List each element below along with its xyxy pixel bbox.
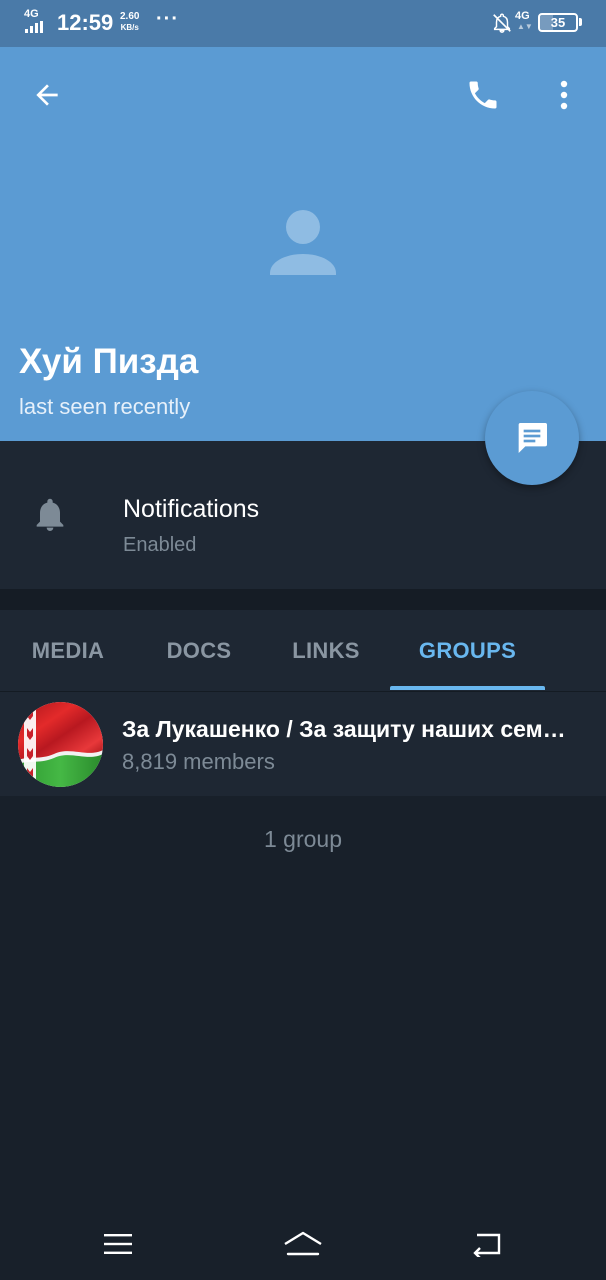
network-type-right: 4G xyxy=(515,10,530,22)
speed-unit: KB/s xyxy=(120,23,139,32)
shared-media-tabs: MEDIA DOCS LINKS GROUPS xyxy=(0,610,606,692)
bell-icon xyxy=(36,498,64,531)
phone-icon xyxy=(469,81,497,109)
battery-level: 35 xyxy=(550,15,566,30)
profile-name: Хуй Пизда xyxy=(19,342,199,381)
network-type-left: 4G xyxy=(24,8,39,20)
message-icon xyxy=(518,423,547,453)
network-speed: 2.60 KB/s xyxy=(120,11,139,33)
battery-tip xyxy=(579,18,582,26)
menu-button[interactable] xyxy=(93,1224,143,1264)
notifications-label: Notifications xyxy=(123,495,260,523)
bell-off-icon xyxy=(493,13,511,33)
data-activity-icon: ▲▼ xyxy=(517,22,533,31)
flag-icon xyxy=(18,702,103,787)
more-options-button[interactable] xyxy=(546,71,582,119)
more-notifications-icon: ··· xyxy=(156,8,179,30)
arrow-left-icon xyxy=(36,84,58,106)
signal-icon xyxy=(25,21,43,33)
tab-links[interactable]: LINKS xyxy=(262,610,390,692)
notifications-value: Enabled xyxy=(123,534,197,556)
person-placeholder-icon xyxy=(270,210,336,275)
group-name: За Лукашенко / За защиту наших сем… xyxy=(122,716,566,742)
menu-icon xyxy=(104,1234,132,1254)
speed-value: 2.60 xyxy=(120,11,140,22)
profile-header: Хуй Пизда last seen recently xyxy=(0,47,606,441)
back-nav-icon xyxy=(473,1233,501,1257)
list-item[interactable]: За Лукашенко / За защиту наших сем… 8,81… xyxy=(0,692,606,796)
tab-docs[interactable]: DOCS xyxy=(136,610,262,692)
tab-groups[interactable]: GROUPS xyxy=(390,610,545,692)
back-nav-button[interactable] xyxy=(462,1224,512,1264)
section-divider xyxy=(0,589,606,610)
more-vert-icon xyxy=(560,80,568,110)
tab-media[interactable]: MEDIA xyxy=(0,610,136,692)
tab-active-indicator xyxy=(390,686,545,690)
group-members: 8,819 members xyxy=(122,749,275,774)
battery-icon: 35 xyxy=(538,13,578,32)
clock: 12:59 xyxy=(57,10,114,35)
group-avatar xyxy=(18,702,103,787)
back-button[interactable] xyxy=(22,73,72,117)
call-button[interactable] xyxy=(458,71,508,119)
home-button[interactable] xyxy=(278,1224,328,1264)
system-nav-bar xyxy=(0,1210,606,1280)
home-icon xyxy=(284,1231,322,1256)
status-bar: 4G 12:59 2.60 KB/s ··· 4G ▲▼ 35 xyxy=(0,0,606,47)
send-message-button[interactable] xyxy=(485,391,579,485)
last-seen-status: last seen recently xyxy=(19,394,191,419)
group-count-label: 1 group xyxy=(263,826,342,852)
